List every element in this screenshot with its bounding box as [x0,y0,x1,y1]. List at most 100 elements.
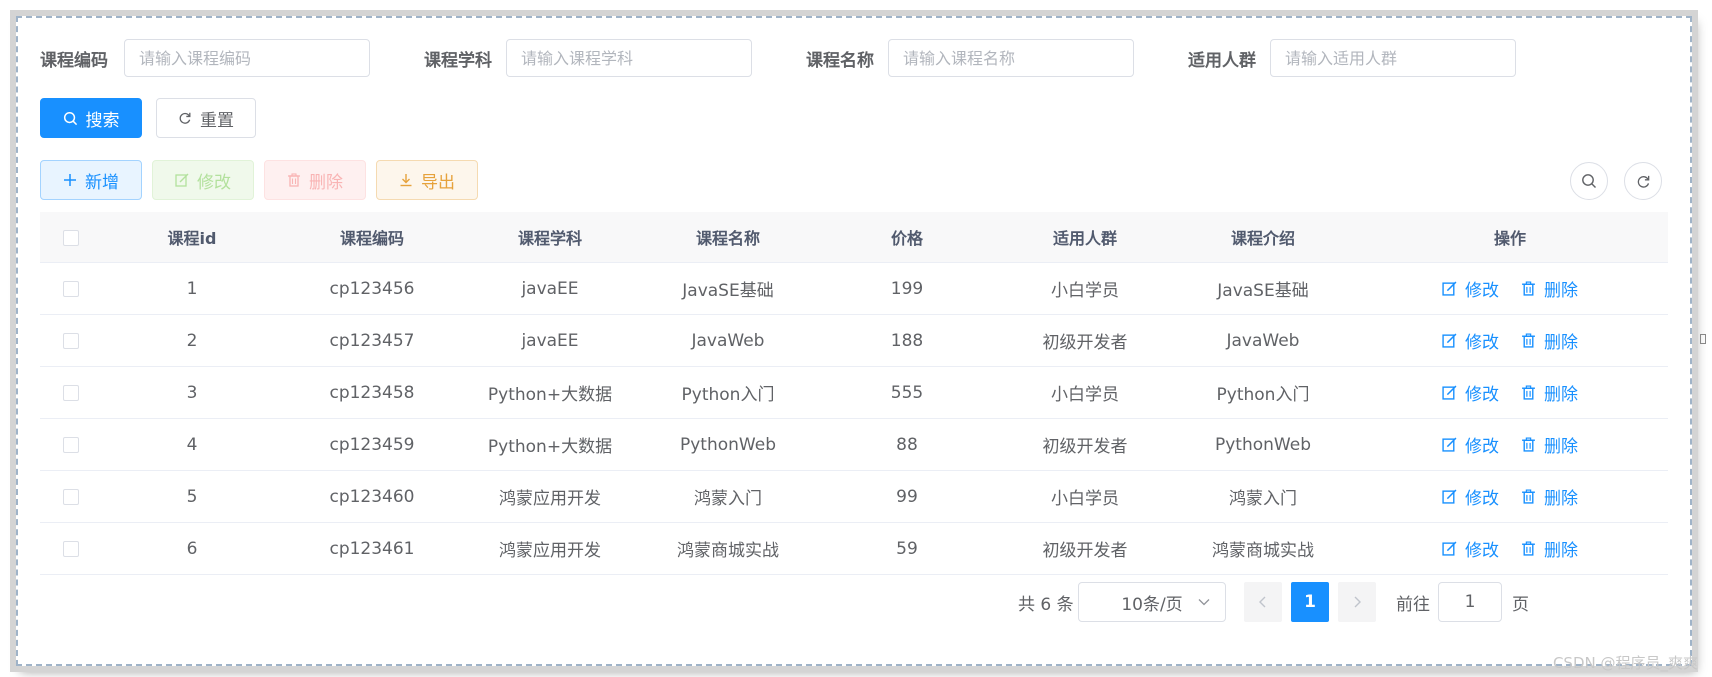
column-header: 操作 [1352,212,1668,263]
course-subject-input[interactable] [506,39,752,77]
refresh-icon [178,111,192,125]
edit-icon [1442,541,1457,556]
field-label: 适用人群 [1188,50,1256,71]
row-edit-link[interactable]: 修改 [1442,432,1499,457]
goto-label: 前往 [1396,594,1430,615]
field-label: 课程学科 [424,50,492,71]
course-table: 课程id 课程编码 课程学科 课程名称 价格 适用人群 课程介绍 操作 1 cp1… [40,212,1668,575]
trash-icon [287,173,301,187]
table-cell-intro: 鸿蒙入门 [1174,470,1352,523]
row-delete-link[interactable]: 删除 [1521,432,1578,457]
add-button-label: 新增 [85,172,119,193]
table-cell-name: JavaWeb [638,314,818,367]
add-button[interactable]: 新增 [40,160,142,200]
actions-cell: 修改 删除 [1352,418,1668,471]
table-cell-code: cp123459 [282,418,462,471]
reset-button[interactable]: 重置 [156,98,256,138]
audience-input[interactable] [1270,39,1516,77]
column-header[interactable]: 价格 [818,212,996,263]
table-cell-audience: 初级开发者 [996,522,1174,575]
next-page-button[interactable] [1338,582,1376,622]
row-edit-link[interactable]: 修改 [1442,328,1499,353]
table-cell-intro: JavaWeb [1174,314,1352,367]
table-row: 1 cp123456 javaEE JavaSE基础 199 小白学员 JavaSE基础 修改… [40,262,1668,315]
search-field-subject: 课程学科 [402,39,752,77]
select-cell [40,418,102,471]
table-cell-id: 4 [102,418,282,471]
table-header-row: 课程id 课程编码 课程学科 课程名称 价格 适用人群 课程介绍 操作 [40,212,1668,263]
select-all-checkbox[interactable] [63,230,79,246]
trash-icon [1522,281,1535,296]
select-all-cell [40,212,102,263]
row-delete-link[interactable]: 删除 [1521,484,1578,509]
table-cell-subject: Python+大数据 [462,418,638,471]
trash-icon [1522,541,1535,556]
export-button-label: 导出 [421,172,455,193]
page-size-select[interactable]: 10条/页 [1078,582,1226,622]
row-checkbox[interactable] [63,332,79,349]
actions-cell: 修改 删除 [1352,522,1668,575]
table-cell-audience: 初级开发者 [996,314,1174,367]
table-cell-name: 鸿蒙商城实战 [638,522,818,575]
resize-handle [1700,334,1706,344]
row-checkbox[interactable] [63,436,79,453]
trash-icon [1522,437,1535,452]
table-cell-price: 88 [818,418,996,471]
table-cell-subject: Python+大数据 [462,366,638,419]
column-header[interactable]: 适用人群 [996,212,1174,263]
row-delete-label: 删除 [1544,437,1578,457]
page-size-value: 10条/页 [1121,594,1183,615]
row-delete-link[interactable]: 删除 [1521,380,1578,405]
row-checkbox[interactable] [63,540,79,557]
row-checkbox[interactable] [63,384,79,401]
select-cell [40,262,102,315]
row-edit-link[interactable]: 修改 [1442,276,1499,301]
row-edit-link[interactable]: 修改 [1442,380,1499,405]
trash-icon [1522,489,1535,504]
toggle-search-button[interactable] [1570,162,1608,200]
refresh-table-button[interactable] [1624,162,1662,200]
row-edit-label: 修改 [1465,541,1499,561]
column-header[interactable]: 课程名称 [638,212,818,263]
course-code-input[interactable] [124,39,370,77]
row-checkbox[interactable] [63,488,79,505]
row-delete-link[interactable]: 删除 [1521,536,1578,561]
chevron-right-icon [1354,596,1361,608]
field-label: 课程编码 [40,50,108,71]
goto-page-input[interactable] [1438,582,1502,622]
row-edit-link[interactable]: 修改 [1442,484,1499,509]
table-row: 3 cp123458 Python+大数据 Python入门 555 小白学员 Python… [40,366,1668,419]
column-header[interactable]: 课程学科 [462,212,638,263]
actions-cell: 修改 删除 [1352,262,1668,315]
plus-icon [63,173,77,187]
search-field-audience: 适用人群 [1166,39,1516,77]
column-header[interactable]: 课程介绍 [1174,212,1352,263]
refresh-icon [1637,175,1649,188]
column-header[interactable]: 课程编码 [282,212,462,263]
select-cell [40,366,102,419]
delete-button[interactable]: 删除 [264,160,366,200]
table-row: 2 cp123457 javaEE JavaWeb 188 初级开发者 JavaWeb 修改删… [40,314,1668,367]
export-button[interactable]: 导出 [376,160,478,200]
row-edit-label: 修改 [1465,437,1499,457]
course-name-input[interactable] [888,39,1134,77]
table-cell-intro: Python入门 [1174,366,1352,419]
row-edit-link[interactable]: 修改 [1442,536,1499,561]
prev-page-button[interactable] [1244,582,1282,622]
table-cell-subject: javaEE [462,314,638,367]
edit-button[interactable]: 修改 [152,160,254,200]
row-checkbox[interactable] [63,280,79,297]
row-delete-link[interactable]: 删除 [1521,328,1578,353]
search-button[interactable]: 搜索 [40,98,142,138]
table-cell-price: 99 [818,470,996,523]
table-cell-audience: 小白学员 [996,262,1174,315]
edit-icon [1442,333,1457,348]
download-icon [399,173,413,187]
page-number-current[interactable]: 1 [1291,582,1329,622]
table-cell-id: 6 [102,522,282,575]
table-row: 6 cp123461 鸿蒙应用开发 鸿蒙商城实战 59 初级开发者 鸿蒙商城实战 修改 删除 [40,522,1668,575]
select-cell [40,522,102,575]
row-delete-link[interactable]: 删除 [1521,276,1578,301]
column-header[interactable]: 课程id [102,212,282,263]
search-form: 课程编码 课程学科 课程名称 适用人群 [40,38,1548,78]
